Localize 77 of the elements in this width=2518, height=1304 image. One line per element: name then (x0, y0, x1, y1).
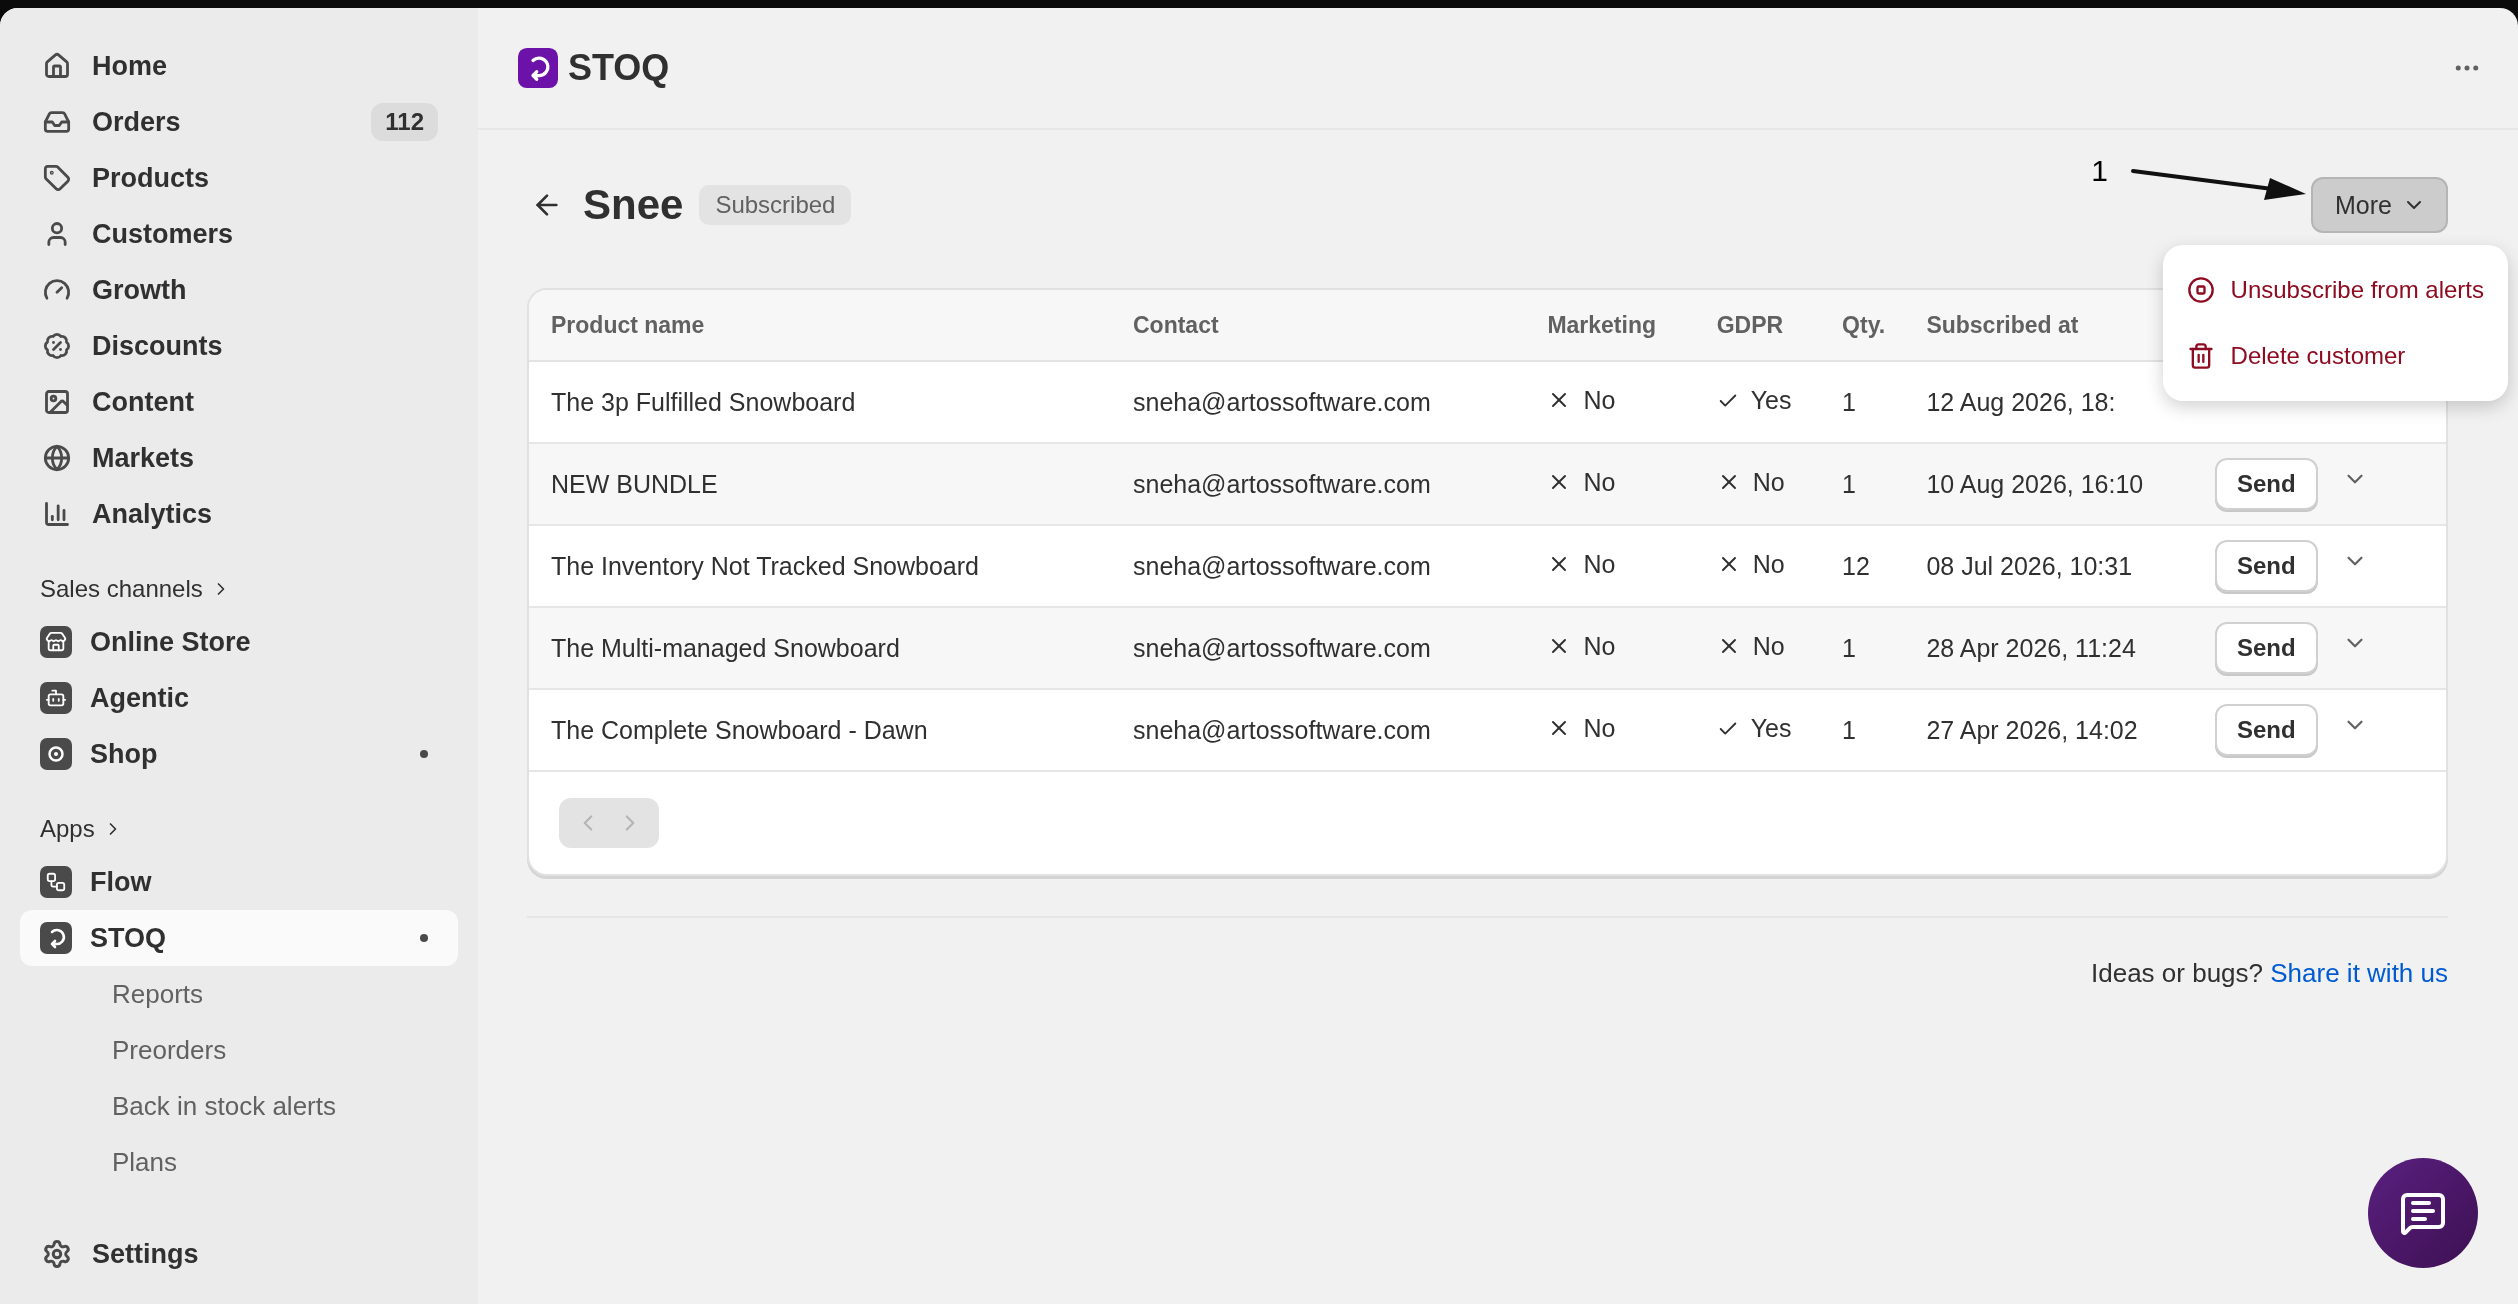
column-header: Contact (1111, 290, 1526, 361)
sidebar-item[interactable]: Home (20, 38, 458, 94)
send-button[interactable]: Send (2215, 622, 2318, 674)
sidebar-item[interactable]: Content (20, 374, 458, 430)
table-cell: 08 Jul 2026, 10:31 (1904, 525, 2214, 607)
table-cell: No (1694, 443, 1821, 525)
app-name: STOQ (568, 47, 670, 89)
send-button[interactable]: Send (2215, 458, 2318, 510)
app-logo-icon (40, 922, 72, 954)
sidebar-item[interactable]: Products (20, 150, 458, 206)
table-cell: sneha@artossoftware.com (1111, 689, 1526, 771)
table-cell: sneha@artossoftware.com (1111, 525, 1526, 607)
column-header: Marketing (1525, 290, 1695, 361)
sidebar-subitem[interactable]: Plans (112, 1146, 178, 1178)
table-cell: The Complete Snowboard - Dawn (529, 689, 1111, 771)
table-cell: 1 (1820, 443, 1905, 525)
table-cell: sneha@artossoftware.com (1111, 361, 1526, 443)
table-cell: No (1694, 525, 1821, 607)
notification-dot (420, 934, 428, 942)
table-cell: 28 Apr 2026, 11:24 (1904, 607, 2214, 689)
table-cell: sneha@artossoftware.com (1111, 607, 1526, 689)
table-cell: 1 (1820, 607, 1905, 689)
store-icon (40, 626, 72, 658)
sidebar-item[interactable]: Shop (20, 726, 458, 782)
stop-circle-icon (2186, 276, 2215, 304)
column-header: Product name (529, 290, 1111, 361)
table-cell: No (1525, 607, 1695, 689)
feedback-text: Ideas or bugs? Share it with us (2091, 958, 2448, 989)
table-cell: 1 (1820, 361, 1905, 443)
table-cell: No (1525, 443, 1695, 525)
spiral-app-icon (40, 738, 72, 770)
table-cell: No (1525, 361, 1695, 443)
sidebar-item[interactable]: Markets (20, 430, 458, 486)
count-badge: 112 (371, 103, 438, 141)
table-cell: 27 Apr 2026, 14:02 (1904, 689, 2214, 771)
table-cell: 10 Aug 2026, 16:10 (1904, 443, 2214, 525)
table-cell: NEW BUNDLE (529, 443, 1111, 525)
page-title: Snee (583, 181, 684, 229)
table-cell: 12 (1820, 525, 1905, 607)
section-heading[interactable]: Apps (40, 815, 95, 843)
annotation-number: 1 (2091, 154, 2108, 188)
section-heading[interactable]: Sales channels (40, 575, 203, 603)
robot-icon (40, 682, 72, 714)
sidebar-item[interactable]: STOQ (20, 910, 458, 966)
table-cell: The Multi-managed Snowboard (529, 607, 1111, 689)
sidebar-item[interactable]: Settings (20, 1226, 458, 1282)
sidebar-subitem[interactable]: Back in stock alerts (112, 1090, 336, 1122)
sidebar-item[interactable]: Analytics (20, 486, 458, 542)
trash-icon (2186, 342, 2215, 370)
app-logo-icon (518, 48, 558, 88)
more-button[interactable]: More (2311, 177, 2448, 233)
sidebar-item[interactable]: Agentic (20, 670, 458, 726)
sidebar-item[interactable]: Customers (20, 206, 458, 262)
table-cell: The 3p Fulfilled Snowboard (529, 361, 1111, 443)
table-cell: No (1525, 689, 1695, 771)
sidebar-subitem[interactable]: Preorders (112, 1034, 227, 1066)
sidebar-item[interactable]: Flow (20, 854, 458, 910)
sidebar-item[interactable]: Discounts (20, 318, 458, 374)
column-header: GDPR (1694, 290, 1821, 361)
status-badge: Subscribed (699, 185, 852, 225)
sidebar-item[interactable]: Orders 112 (20, 94, 458, 150)
sidebar-item[interactable]: Growth (20, 262, 458, 318)
sidebar-item[interactable]: Online Store (20, 614, 458, 670)
workflow-icon (40, 866, 72, 898)
table-cell: No (1525, 525, 1695, 607)
send-button[interactable]: Send (2215, 540, 2318, 592)
table-cell: No (1694, 607, 1821, 689)
table-cell: Yes (1694, 689, 1821, 771)
share-link[interactable]: Share it with us (2270, 958, 2448, 988)
table-cell: sneha@artossoftware.com (1111, 443, 1526, 525)
table-cell: The Inventory Not Tracked Snowboard (529, 525, 1111, 607)
table-cell: 1 (1820, 689, 1905, 771)
table-cell: Yes (1694, 361, 1821, 443)
sidebar-subitem[interactable]: Reports (112, 978, 204, 1010)
send-button[interactable]: Send (2215, 704, 2318, 756)
notification-dot (420, 750, 428, 758)
column-header: Qty. (1820, 290, 1905, 361)
